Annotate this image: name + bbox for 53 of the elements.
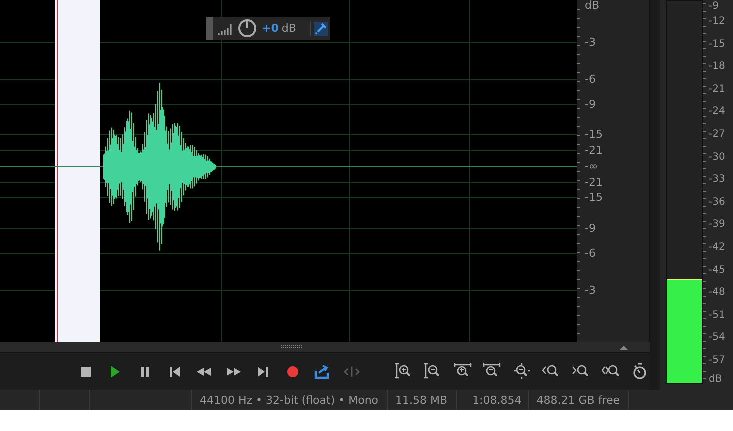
record-icon <box>284 364 301 380</box>
ruler-label: dB <box>585 0 600 12</box>
meter-label: -9 <box>709 1 719 12</box>
ruler-label: -6 <box>585 74 596 86</box>
meter-label: -57 <box>709 355 726 366</box>
scroll-bar[interactable] <box>0 342 650 353</box>
meter-label: -33 <box>709 174 726 186</box>
zoom-selection-icon <box>512 363 531 380</box>
ruler-label: -∞ <box>585 161 598 173</box>
free-space: 488.21 GB free <box>536 394 620 406</box>
meter-label: -27 <box>709 129 726 140</box>
pin-icon[interactable] <box>314 22 328 36</box>
ruler-label: -15 <box>585 192 603 204</box>
grip-icon[interactable] <box>280 345 304 349</box>
meter-label: dB <box>709 374 722 385</box>
meter-label: -21 <box>709 84 726 95</box>
meter-label: -51 <box>709 310 726 321</box>
file-size: 11.58 MB <box>396 394 448 406</box>
ruler-label: -6 <box>585 248 596 260</box>
ruler-label: -21 <box>585 177 603 189</box>
volume-value: +0 <box>262 22 279 35</box>
meter-label: -18 <box>709 61 726 72</box>
ruler-label: -3 <box>585 285 596 297</box>
selection-region[interactable] <box>55 0 100 342</box>
zoom-selection-button[interactable] <box>512 362 532 382</box>
meter-label: -48 <box>709 287 726 298</box>
meter-label: -15 <box>709 38 726 50</box>
volume-knob-icon[interactable] <box>238 19 257 38</box>
playhead-marker[interactable] <box>57 0 58 342</box>
loop-icon <box>314 364 330 380</box>
audio-format: 44100 Hz • 32-bit (float) • Mono <box>200 394 379 406</box>
meter-label: -24 <box>709 106 726 118</box>
ruler-label: -15 <box>585 129 603 141</box>
volume-unit: dB <box>282 22 296 35</box>
meter-label: -36 <box>709 196 726 208</box>
ruler-label: -3 <box>585 37 596 49</box>
meter-label: -30 <box>709 152 726 163</box>
drag-handle[interactable] <box>206 17 213 40</box>
signal-bars-icon <box>218 22 233 34</box>
zoom-in-vertical-button[interactable] <box>394 362 414 382</box>
ruler-label: -9 <box>585 223 596 235</box>
duration: 1:08.854 <box>472 394 522 406</box>
zoom-in-vertical-icon <box>394 363 413 380</box>
meter-label: -42 <box>709 242 726 253</box>
ruler-label: -21 <box>585 145 603 157</box>
ruler-label: -9 <box>585 99 596 111</box>
meter-label: -45 <box>709 264 726 276</box>
meter-label: -54 <box>709 332 726 344</box>
zoom-out-vertical-icon <box>424 363 442 380</box>
meter-label: -12 <box>709 16 726 27</box>
up-arrow-icon[interactable] <box>620 344 628 350</box>
stopwatch-icon <box>631 363 650 380</box>
meter-label: -39 <box>709 219 726 230</box>
